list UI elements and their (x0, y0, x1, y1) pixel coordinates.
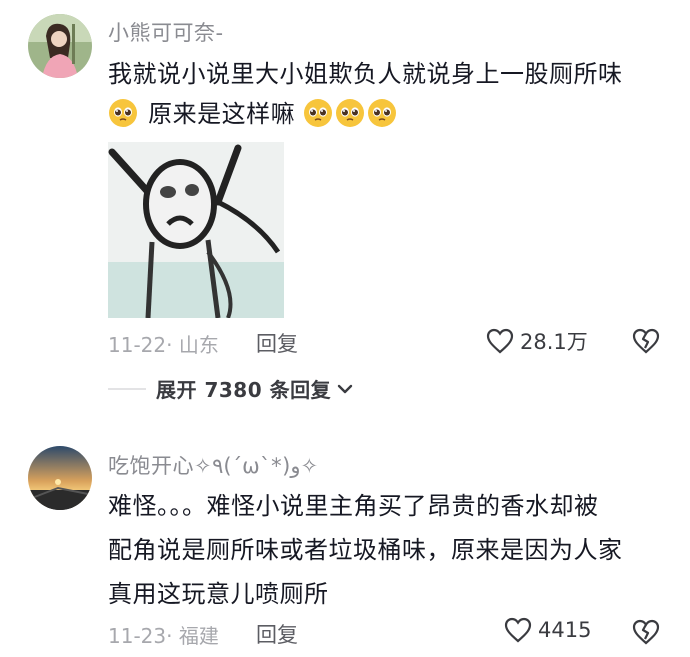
comment-date: 11-23 (108, 624, 167, 648)
like-count: 4415 (538, 618, 592, 642)
comment-text-line: 难怪。。。难怪小说里主角买了昂贵的香水却被 (108, 492, 599, 520)
comment-text: 难怪。。。难怪小说里主角买了昂贵的香水却被 配角说是厕所味或者垃圾桶味，原来是因… (108, 484, 668, 616)
like-button[interactable]: 4415 (504, 617, 591, 643)
reply-button[interactable]: 回复 (256, 619, 298, 649)
username[interactable]: 吃饱开心✧٩(ˊωˋ*)و✧ (108, 450, 318, 480)
broken-heart-icon[interactable] (632, 618, 660, 646)
comment-meta: 11-23· 福建 (108, 620, 219, 649)
heart-outline-icon (504, 617, 532, 643)
comment-text-line: 配角说是厕所味或者垃圾桶味，原来是因为人家 (108, 536, 623, 564)
comment-location: 福建 (178, 624, 219, 648)
meta-separator: · (166, 624, 179, 648)
comment-text-line: 真用这玩意儿喷厕所 (108, 580, 329, 608)
avatar[interactable] (28, 446, 92, 510)
comment-2: 吃饱开心✧٩(ˊωˋ*)و✧ 难怪。。。难怪小说里主角买了昂贵的香水却被 配角说… (0, 0, 690, 657)
